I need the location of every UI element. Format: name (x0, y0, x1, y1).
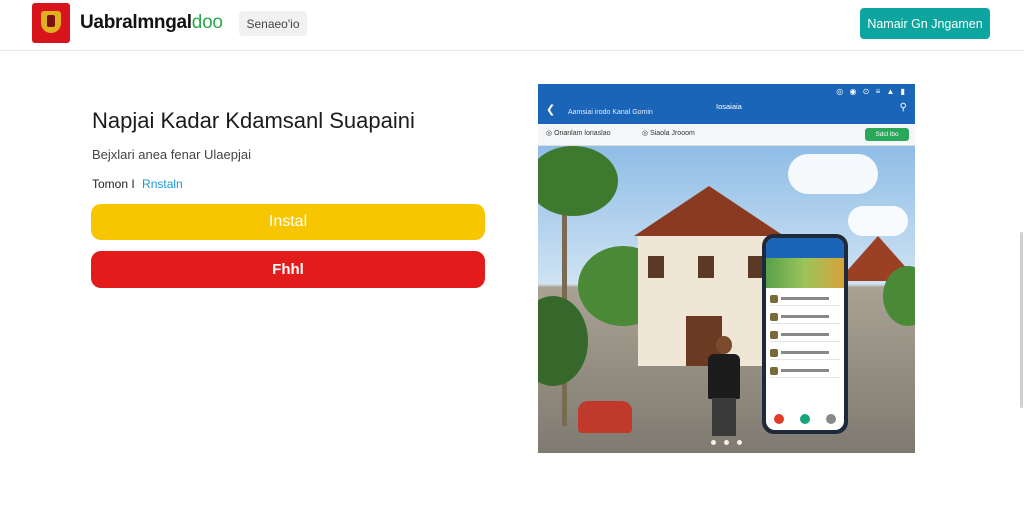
palm-tree (538, 146, 618, 216)
arrow-left-icon: ❮ (546, 104, 556, 116)
meta-label: Tomon I (92, 177, 135, 191)
phone-dock (766, 408, 844, 430)
screenshot-photo (538, 146, 915, 453)
list-item (770, 328, 840, 342)
nav-button[interactable]: Senaeo'io (239, 11, 307, 36)
motorbike (578, 401, 632, 433)
search-icon: ⚲ (899, 102, 907, 113)
brand-suffix: doo (191, 12, 223, 33)
crest-logo[interactable] (32, 3, 70, 43)
list-item (770, 292, 840, 306)
house-roof (634, 186, 784, 236)
brand-name[interactable]: Uabralmngaldoo (80, 12, 223, 34)
filter-chip-1: ◎ Onanlam lonaslao (546, 130, 611, 137)
status-badge: Sdcl lbo (865, 128, 909, 141)
app-subtitle: Bejxlari anea fenar Ulaepjai (92, 147, 251, 162)
filter-chip-2: ◎ Siaola Jrooom (642, 130, 695, 137)
screenshot-app-title: Iosaiaia (716, 102, 742, 111)
cloud (848, 206, 908, 236)
brand-main: Uabralmngal (80, 12, 192, 33)
carousel-dot[interactable] (711, 440, 716, 445)
status-bar-icons: ◎ ◉ ⊙ ≡ ▲ ▮ (836, 87, 907, 96)
carousel-dots[interactable] (538, 440, 915, 445)
meta-link[interactable]: Rnstaln (142, 177, 183, 191)
list-item (770, 346, 840, 360)
phone-mockup (762, 234, 848, 434)
person (704, 336, 744, 436)
person-legs (712, 398, 736, 436)
dock-icon (774, 414, 784, 424)
window (648, 256, 664, 278)
phone-banner (766, 258, 844, 288)
page-scrollbar[interactable] (1020, 232, 1023, 408)
person-head (716, 336, 732, 354)
screenshot-app-name: Aamsiai irodo Kanal Gomin (568, 109, 653, 116)
secondary-button[interactable]: Fhhl (91, 251, 485, 288)
screenshot-filter-bar: ◎ Onanlam lonaslao ◎ Siaola Jrooom Sdcl … (538, 124, 915, 146)
app-title: Napjai Kadar Kdamsanl Suapaini (92, 108, 415, 133)
screenshot-appbar: ◎ ◉ ⊙ ≡ ▲ ▮ ❮ Aamsiai irodo Kanal Gomin … (538, 84, 915, 124)
cta-button[interactable]: Namair Gn Jngamen (860, 8, 990, 39)
list-item (770, 310, 840, 324)
person-body (708, 354, 740, 399)
top-navigation-bar: Uabralmngaldoo Senaeo'io Namair Gn Jngam… (0, 0, 1024, 51)
carousel-dot[interactable] (737, 440, 742, 445)
crest-emblem (41, 11, 61, 33)
app-screenshot-carousel[interactable]: ◎ ◉ ⊙ ≡ ▲ ▮ ❮ Aamsiai irodo Kanal Gomin … (538, 84, 915, 453)
window (698, 256, 714, 278)
dock-icon (826, 414, 836, 424)
phone-appbar (766, 238, 844, 258)
dock-icon (800, 414, 810, 424)
carousel-dot[interactable] (724, 440, 729, 445)
install-button[interactable]: Instal (91, 204, 485, 240)
tree (538, 296, 588, 386)
cloud (788, 154, 878, 194)
app-meta: Tomon I Rnstaln (92, 177, 183, 191)
list-item (770, 364, 840, 378)
phone-screen (766, 238, 844, 430)
